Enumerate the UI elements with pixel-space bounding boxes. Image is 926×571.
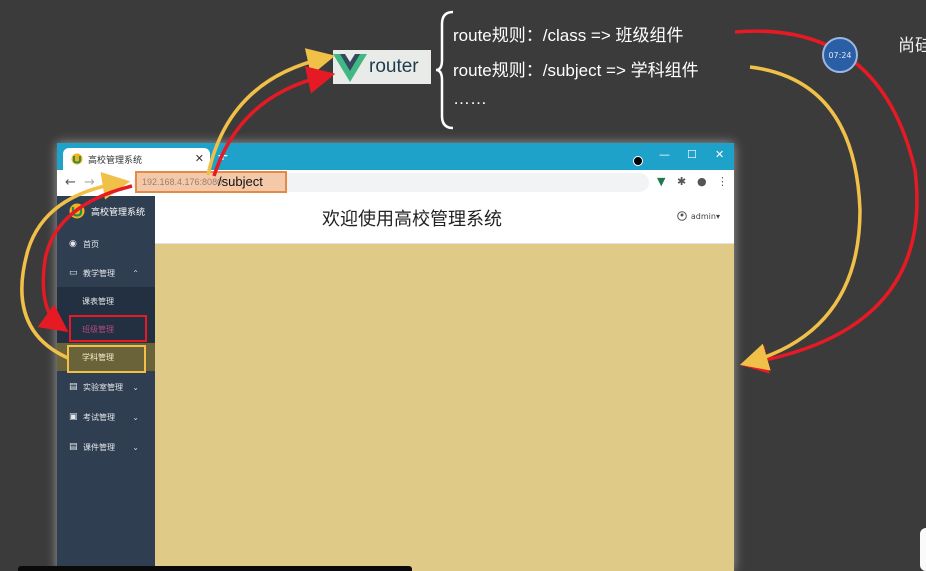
page-title: 欢迎使用高校管理系统 (322, 209, 502, 230)
sidebar-item-home[interactable]: ◉ 首页 (57, 231, 155, 257)
edge-shape (920, 528, 926, 571)
more-menu-icon[interactable]: ⋮ (717, 175, 728, 188)
main-content (155, 244, 734, 571)
sidebar-subitem-schedule[interactable]: 课表管理 (57, 287, 155, 315)
maximize-icon[interactable]: ☐ (687, 148, 697, 161)
side-heading-partial: 尚硅 (898, 36, 926, 56)
browser-window: 高校管理系统 ✕ + — ☐ ✕ ← → ↻ ▼ ✱ ● ⋮ 高校管理系统 ◉ … (57, 143, 734, 571)
sidebar-item-label: 考试管理 (83, 412, 115, 422)
class-highlight-box (69, 315, 147, 342)
close-window-icon[interactable]: ✕ (715, 148, 724, 161)
url-highlight: 192.168.4.176:8080 /subject (135, 171, 287, 193)
sidebar: 高校管理系统 ◉ 首页 ▭ 教学管理 ⌃ 课表管理 班级管理 学科管理 ▤ 实验… (57, 196, 155, 571)
reload-icon[interactable]: ↻ (104, 175, 115, 190)
app-header: 欢迎使用高校管理系统 admin ▾ (155, 196, 734, 244)
tab-title: 高校管理系统 (88, 155, 143, 166)
new-tab-button[interactable]: + (217, 148, 229, 164)
extensions-icon[interactable]: ✱ (677, 175, 686, 188)
app-logo-icon (71, 153, 83, 165)
dashboard-icon: ◉ (69, 239, 77, 249)
vue-router-logo: router (333, 50, 431, 84)
route-rule-more: …… (453, 89, 487, 108)
document-icon: ▤ (69, 382, 78, 392)
chevron-down-icon: ⌄ (132, 382, 139, 392)
chevron-down-icon: ⌄ (132, 412, 139, 422)
caret-down-icon: ▾ (715, 211, 720, 221)
subject-highlight-box (67, 345, 146, 373)
sidebar-item-label: 教学管理 (83, 268, 115, 278)
forward-arrow-icon[interactable]: → (84, 175, 95, 190)
close-tab-icon[interactable]: ✕ (195, 152, 204, 165)
vue-devtools-icon[interactable]: ▼ (657, 175, 665, 188)
brand-logo-icon (69, 203, 85, 219)
player-progress-bar[interactable] (18, 566, 412, 571)
briefcase-icon: ▣ (69, 412, 78, 422)
sidebar-item-label: 首页 (83, 239, 99, 249)
sidebar-brand: 高校管理系统 (57, 196, 155, 226)
browser-titlebar: 高校管理系统 ✕ + — ☐ ✕ (57, 143, 734, 170)
route-rule-subject: route规则：/subject => 学科组件 (453, 61, 699, 80)
profile-icon[interactable]: ● (697, 175, 707, 188)
monitor-icon: ▭ (69, 268, 78, 278)
user-menu[interactable]: admin ▾ (677, 211, 720, 221)
minimize-icon[interactable]: — (659, 148, 670, 161)
brand-title: 高校管理系统 (91, 207, 146, 218)
sidebar-item-label: 实验室管理 (83, 382, 123, 392)
url-host: 192.168.4.176:8080 (142, 177, 223, 187)
record-indicator-icon (633, 156, 643, 166)
document-icon: ▤ (69, 442, 78, 452)
sidebar-item-courseware[interactable]: ▤ 课件管理 ⌄ (57, 434, 155, 460)
sidebar-item-teaching[interactable]: ▭ 教学管理 ⌃ (57, 260, 155, 286)
user-name: admin (690, 211, 716, 221)
browser-tab[interactable]: 高校管理系统 ✕ (63, 148, 210, 170)
user-icon (677, 211, 687, 221)
chevron-up-icon: ⌃ (132, 268, 139, 278)
vue-logo-icon (333, 54, 367, 82)
back-arrow-icon[interactable]: ← (65, 175, 76, 190)
chevron-down-icon: ⌄ (132, 442, 139, 452)
sidebar-item-lab[interactable]: ▤ 实验室管理 ⌄ (57, 374, 155, 400)
logo-text: router (369, 56, 419, 77)
url-path: /subject (218, 174, 263, 189)
sidebar-item-label: 课件管理 (83, 442, 115, 452)
sidebar-item-exam[interactable]: ▣ 考试管理 ⌄ (57, 404, 155, 430)
timer-badge: 07:24 (822, 37, 858, 73)
sidebar-item-label: 课表管理 (82, 296, 114, 306)
route-rule-class: route规则：/class => 班级组件 (453, 26, 684, 45)
